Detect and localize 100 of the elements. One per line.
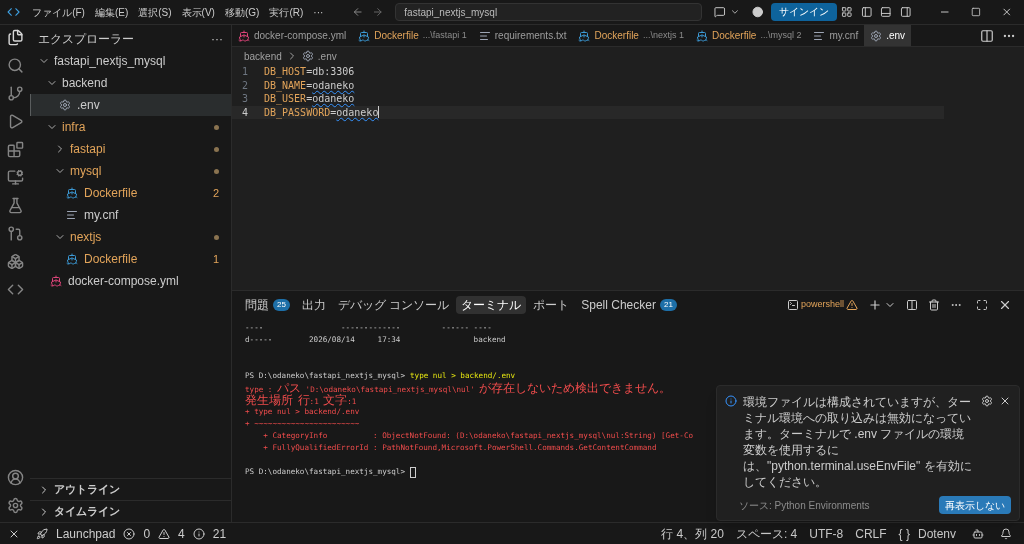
menu-item[interactable]: 移動(G) — [219, 4, 265, 20]
restore-icon[interactable] — [970, 6, 981, 18]
cursor-position[interactable]: 行 4、列 20 — [661, 524, 724, 543]
branch-icon[interactable] — [6, 85, 24, 102]
line-ending[interactable]: CRLF — [855, 524, 887, 543]
breadcrumb-item[interactable]: backend — [244, 48, 282, 64]
forward-icon[interactable] — [371, 5, 384, 19]
launchpad-item[interactable]: Launchpad — [56, 524, 116, 543]
new-terminal-icon[interactable] — [868, 298, 882, 312]
tree-label: fastapi — [70, 141, 106, 158]
warning-count[interactable]: 4 — [178, 524, 185, 543]
back-icon[interactable] — [352, 5, 364, 19]
warning-icon — [846, 299, 858, 311]
close-icon[interactable] — [998, 298, 1012, 312]
menu-item[interactable]: ··· — [308, 4, 329, 20]
menu-item[interactable]: 編集(E) — [89, 4, 134, 20]
braces-icon: { } — [898, 524, 910, 543]
maximize-icon[interactable] — [976, 299, 988, 311]
tree-item[interactable]: Dockerfile 2 — [30, 182, 231, 204]
bell-icon[interactable] — [1000, 527, 1012, 540]
notification-message: 環境ファイルは構成されていますが、ターミナル環境への取り込みは無効になっています。ターミナルで .env ファイルの環境変数を使用するには、"python.terminal.useEnvFile" を有効にしてください。 — [743, 394, 973, 490]
copilot-icon[interactable] — [972, 527, 984, 540]
menu-item[interactable]: 実行(R) — [264, 4, 309, 20]
code-line: 1 DB_HOST=db:3306 — [240, 65, 356, 79]
menu-item[interactable]: 選択(S) — [133, 4, 177, 20]
tree-label: .env — [77, 97, 100, 114]
tree-label: docker-compose.yml — [68, 273, 179, 290]
info-icon — [725, 395, 737, 407]
tree-label: Dockerfile — [84, 185, 138, 202]
tree-item[interactable]: nextjs — [30, 226, 231, 248]
menu-item[interactable]: 表示(V) — [176, 4, 220, 20]
gear-icon — [870, 29, 883, 42]
close-icon[interactable] — [999, 395, 1011, 407]
gear-icon — [59, 99, 71, 111]
panel-tab[interactable]: 問題 25 — [240, 296, 295, 314]
sign-in-button[interactable]: サインイン — [771, 3, 838, 21]
info-count[interactable]: 21 — [212, 524, 227, 543]
command-center-field[interactable]: fastapi_nextjs_mysql — [395, 3, 703, 21]
breadcrumb-item[interactable]: .env — [317, 48, 337, 64]
account-icon[interactable] — [6, 469, 24, 486]
tree-label: infra — [62, 119, 86, 136]
split-editor-icon[interactable] — [980, 28, 994, 43]
sidebar-title: エクスプローラー — [38, 31, 135, 48]
tree-label: nextjs — [70, 229, 102, 246]
warning-icon — [158, 527, 171, 540]
notification-source: ソース: Python Environments — [739, 498, 871, 513]
code-line: 2 DB_NAME=odaneko — [240, 78, 356, 92]
info-icon — [192, 527, 205, 540]
chat-icon[interactable] — [714, 5, 726, 19]
tree-item[interactable]: docker-compose.yml — [30, 270, 231, 292]
section-header[interactable]: アウトライン — [30, 478, 231, 500]
panel-bottom-icon[interactable] — [880, 5, 892, 19]
panel-right-icon[interactable] — [899, 5, 912, 19]
gear-icon — [301, 50, 314, 62]
error-icon — [123, 527, 136, 540]
lines-icon — [478, 29, 491, 42]
code-line: 3 DB_USER=odaneko — [240, 92, 356, 106]
close-icon[interactable] — [1000, 5, 1013, 19]
split-terminal-icon[interactable] — [906, 299, 918, 311]
language-mode[interactable]: Dotenv — [917, 524, 956, 543]
panel-tab[interactable]: デバッグ コンソール — [332, 296, 455, 314]
lines-icon — [66, 209, 78, 221]
panel-tab[interactable]: Spell Checker 21 — [576, 296, 682, 314]
problem-count: 1 — [212, 251, 219, 267]
editor-tab[interactable]: .env — [864, 25, 912, 46]
panel-tab[interactable]: ポート — [528, 296, 575, 314]
search-icon[interactable] — [6, 57, 24, 74]
terminal-name[interactable]: powershell — [800, 298, 844, 312]
tree-label: fastapi_nextjs_mysql — [54, 53, 166, 70]
dont-show-again-button[interactable]: 再表示しない — [939, 496, 1011, 514]
boxes-icon[interactable] — [6, 253, 24, 270]
settings-icon[interactable] — [981, 395, 993, 407]
encoding[interactable]: UTF-8 — [809, 524, 844, 543]
pull-request-icon[interactable] — [6, 225, 24, 242]
trash-icon[interactable] — [928, 299, 940, 311]
panel-tab[interactable]: 出力 — [296, 296, 331, 314]
settings-icon[interactable] — [6, 497, 24, 514]
tree-item[interactable]: infra — [30, 116, 231, 138]
problem-count: 2 — [212, 185, 219, 201]
explorer-icon[interactable] — [6, 29, 24, 46]
tree-item[interactable]: .env — [30, 94, 231, 116]
tree-item[interactable]: mysql — [30, 160, 231, 182]
tree-item[interactable]: my.cnf — [30, 204, 231, 226]
tree-item[interactable]: Dockerfile 1 — [30, 248, 231, 270]
panel-tab[interactable]: ターミナル — [456, 296, 527, 314]
extensions-icon[interactable] — [6, 141, 24, 158]
layout-icon[interactable] — [841, 5, 853, 19]
more-actions-icon[interactable]: ··· — [211, 30, 223, 48]
error-count[interactable]: 0 — [143, 524, 151, 543]
tree-label: backend — [62, 75, 108, 92]
tree-item[interactable]: fastapi — [30, 138, 231, 160]
lines-icon — [813, 29, 826, 42]
tree-item[interactable]: fastapi_nextjs_mysql — [30, 50, 231, 72]
tree-label: mysql — [70, 163, 102, 180]
indentation[interactable]: スペース: 4 — [735, 524, 798, 543]
tree-label: Dockerfile — [84, 251, 138, 268]
panel-left-icon[interactable] — [860, 5, 873, 19]
flask-icon[interactable] — [6, 197, 24, 214]
menu-item[interactable]: ファイル(F) — [27, 4, 90, 20]
tree-item[interactable]: backend — [30, 72, 231, 94]
